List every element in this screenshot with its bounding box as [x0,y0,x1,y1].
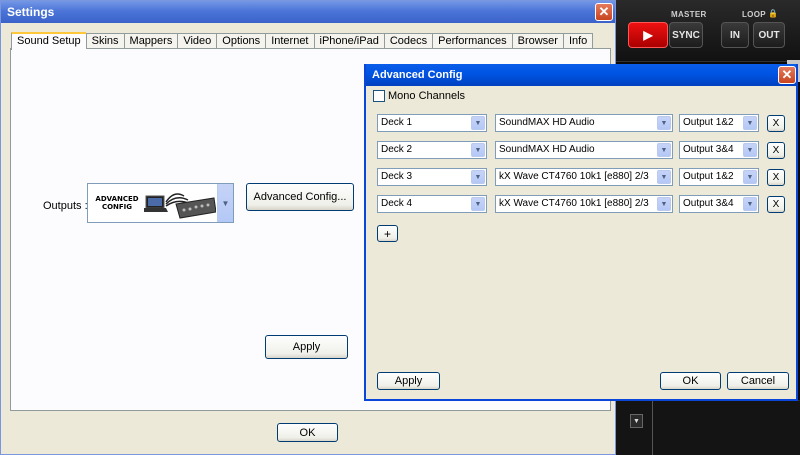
output-select-value: Output 1&2 [683,117,734,128]
device-select[interactable]: kX Wave CT4760 10k1 [e880] 2/3 ▼ [495,168,673,186]
deck-select[interactable]: Deck 4 ▼ [377,195,487,213]
chevron-down-icon: ▼ [657,116,671,130]
output-select-value: Output 3&4 [683,198,734,209]
chevron-down-icon: ▼ [743,197,757,211]
device-select-value: kX Wave CT4760 10k1 [e880] 2/3 [499,171,649,182]
advanced-config-dialog: Advanced Config ✕ Mono Channels Deck 1 ▼ … [364,64,798,401]
output-select[interactable]: Output 1&2 ▼ [679,114,759,132]
master-label: MASTER [671,10,707,19]
output-select[interactable]: Output 3&4 ▼ [679,141,759,159]
chevron-down-icon: ▼ [743,143,757,157]
loop-out-button[interactable]: OUT [753,22,785,48]
chevron-down-icon: ▼ [657,170,671,184]
deck-row: Deck 2 ▼ SoundMAX HD Audio ▼ Output 3&4 ▼ X [366,141,796,159]
outputs-chevron-down-icon[interactable]: ▼ [217,184,233,222]
chevron-down-icon: ▼ [743,116,757,130]
chevron-down-icon: ▼ [657,143,671,157]
settings-close-icon[interactable]: ✕ [595,3,613,21]
deck-select-value: Deck 1 [381,117,413,128]
settings-apply-button[interactable]: Apply [265,335,348,359]
outputs-image-text: ADVANCED CONFIG [95,195,139,211]
chevron-down-icon: ▼ [743,170,757,184]
sync-button[interactable]: SYNC [669,22,703,48]
chevron-down-icon: ▼ [471,170,485,184]
chevron-down-icon: ▼ [471,116,485,130]
deck-row: Deck 3 ▼ kX Wave CT4760 10k1 [e880] 2/3 ▼ … [366,168,796,186]
output-select[interactable]: Output 1&2 ▼ [679,168,759,186]
output-select-value: Output 3&4 [683,144,734,155]
settings-ok-button[interactable]: OK [277,423,338,442]
advanced-config-title: Advanced Config [372,69,463,81]
add-deck-button[interactable]: + [377,225,398,242]
advanced-close-icon[interactable]: ✕ [778,66,796,84]
mono-channels-label: Mono Channels [388,90,466,102]
device-select[interactable]: SoundMAX HD Audio ▼ [495,114,673,132]
settings-titlebar[interactable]: Settings [1,1,615,23]
remove-deck-button[interactable]: X [767,115,785,132]
settings-title: Settings [7,5,55,19]
remove-deck-button[interactable]: X [767,196,785,213]
mono-channels-checkbox[interactable] [373,90,385,102]
chevron-down-icon: ▼ [471,197,485,211]
play-button[interactable]: ▶ [628,22,668,48]
device-select[interactable]: SoundMAX HD Audio ▼ [495,141,673,159]
remove-deck-button[interactable]: X [767,142,785,159]
advanced-apply-button[interactable]: Apply [377,372,440,390]
deck-select[interactable]: Deck 2 ▼ [377,141,487,159]
device-select-value: SoundMAX HD Audio [499,117,595,128]
chevron-down-icon: ▼ [471,143,485,157]
outputs-label: Outputs : [43,200,88,212]
output-select-value: Output 1&2 [683,171,734,182]
deck-row: Deck 1 ▼ SoundMAX HD Audio ▼ Output 1&2 ▼ X [366,114,796,132]
deck-select-value: Deck 2 [381,144,413,155]
advanced-ok-button[interactable]: OK [660,372,721,390]
outputs-select[interactable]: ADVANCED CONFIG ▼ [87,183,234,223]
deck-select[interactable]: Deck 3 ▼ [377,168,487,186]
deck-row: Deck 4 ▼ kX Wave CT4760 10k1 [e880] 2/3 ▼ … [366,195,796,213]
output-select[interactable]: Output 3&4 ▼ [679,195,759,213]
remove-deck-button[interactable]: X [767,169,785,186]
advanced-config-button[interactable]: Advanced Config... [246,183,354,211]
device-select[interactable]: kX Wave CT4760 10k1 [e880] 2/3 ▼ [495,195,673,213]
chevron-down-icon: ▼ [657,197,671,211]
dj-divider [652,398,653,455]
advanced-cancel-button[interactable]: Cancel [727,372,789,390]
tab-sound-setup[interactable]: Sound Setup [11,32,86,50]
deck-select-value: Deck 3 [381,171,413,182]
deck-select[interactable]: Deck 1 ▼ [377,114,487,132]
mono-channels-row: Mono Channels [373,90,465,102]
advanced-config-titlebar[interactable]: Advanced Config [366,64,796,86]
device-select-value: SoundMAX HD Audio [499,144,595,155]
lock-icon: 🔒 [768,9,778,18]
deck-select-value: Deck 4 [381,198,413,209]
loop-in-button[interactable]: IN [721,22,749,48]
loop-label: LOOP [742,10,766,19]
laptop-mixer-icon [144,193,216,219]
dj-dropdown-arrow-icon[interactable]: ▼ [630,414,643,428]
device-select-value: kX Wave CT4760 10k1 [e880] 2/3 [499,198,649,209]
